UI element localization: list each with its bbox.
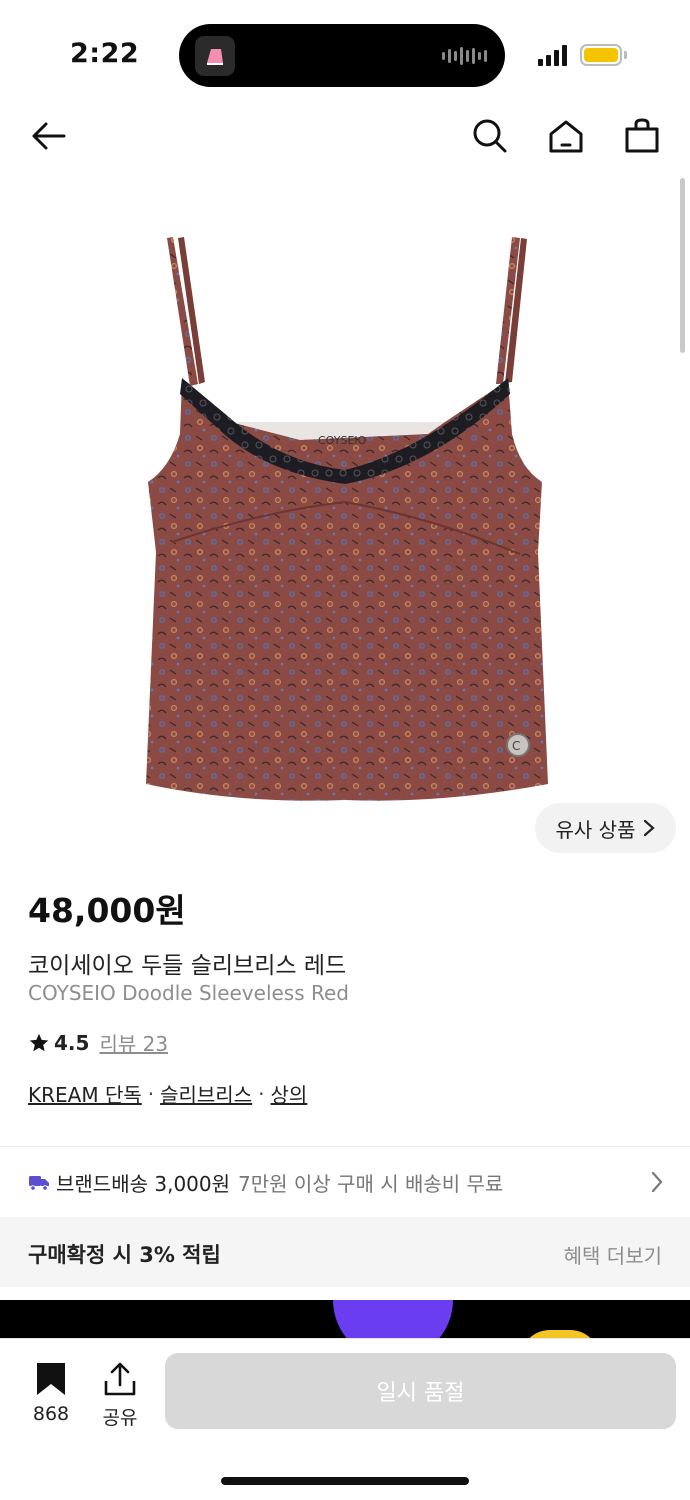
bookmark-icon [37,1363,65,1395]
share-label: 공유 [102,1407,138,1429]
battery-icon [580,44,622,66]
benefit-title: 구매확정 시 3% 적립 [28,1243,221,1267]
delivery-truck-icon [29,1176,49,1191]
benefit-row[interactable]: 구매확정 시 3% 적립 혜택 더보기 [0,1217,690,1287]
share-button[interactable]: 공유 [90,1361,150,1430]
similar-products-label: 유사 상품 [555,817,636,842]
tag-separator: · [147,1081,155,1106]
cellular-signal-icon [538,44,567,66]
chevron-right-icon [644,819,656,837]
audio-wave-icon [442,46,487,66]
rating-row: 4.5 리뷰 23 [28,1028,168,1057]
tag-sleeveless[interactable]: 슬리브리스 [160,1079,252,1108]
back-arrow-icon[interactable] [24,112,72,160]
shipping-info-row[interactable]: 브랜드배송 3,000원 7만원 이상 구매 시 배송비 무료 [0,1147,690,1217]
tag-tops[interactable]: 상의 [270,1079,307,1108]
home-icon[interactable] [542,112,590,160]
product-image[interactable]: COYSEIO C [0,172,690,862]
svg-text:C: C [512,739,520,753]
shipping-fee: 브랜드배송 3,000원 [56,1171,231,1196]
tag-separator: · [258,1081,265,1106]
camisole-image: COYSEIO C [146,237,548,801]
status-bar: 2:22 [0,0,690,100]
star-icon [29,1033,49,1051]
bookmark-button[interactable]: 868 [22,1361,80,1425]
product-price: 48,000원 [28,891,186,930]
island-app-icon [195,36,235,76]
dynamic-island [179,24,505,87]
benefit-more-link[interactable]: 혜택 더보기 [564,1240,662,1269]
similar-products-button[interactable]: 유사 상품 [535,803,676,853]
scroll-indicator[interactable] [680,178,685,353]
category-tags: KREAM 단독 · 슬리브리스 · 상의 [28,1079,307,1108]
chevron-right-icon [651,1171,663,1193]
battery-cap [624,51,627,59]
tag-kream-exclusive[interactable]: KREAM 단독 [28,1079,142,1108]
bottom-action-bar: 868 공유 일시 품절 [0,1338,690,1500]
share-icon [104,1362,136,1396]
product-name-korean: 코이세이오 두들 슬리브리스 레드 [28,953,347,979]
product-name-english: COYSEIO Doodle Sleeveless Red [28,981,350,1005]
bookmark-count: 868 [32,1403,70,1425]
shipping-free-condition: 7만원 이상 구매 시 배송비 무료 [238,1171,504,1196]
svg-text:COYSEIO: COYSEIO [318,434,367,447]
banner-graphic [333,1300,453,1340]
rating-value: 4.5 [54,1030,90,1055]
sold-out-button[interactable]: 일시 품절 [165,1353,676,1429]
status-time: 2:22 [70,38,140,69]
review-link[interactable]: 리뷰 23 [99,1028,168,1057]
home-indicator[interactable] [221,1477,469,1485]
shopping-bag-icon[interactable] [618,112,666,160]
search-icon[interactable] [466,112,514,160]
nav-bar [0,100,690,172]
promo-banner[interactable] [0,1300,690,1340]
